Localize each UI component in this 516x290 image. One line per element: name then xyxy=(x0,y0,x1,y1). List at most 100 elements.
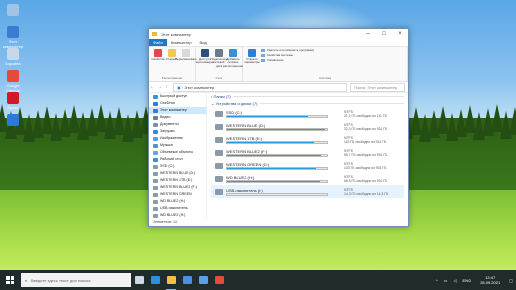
drive-usage-bar xyxy=(226,166,328,170)
nav-item[interactable]: Объемные объекты xyxy=(149,149,206,156)
folders-section-header[interactable]: › Папки (7) xyxy=(211,93,404,100)
drive-item[interactable]: WESTERN BLUE2 (F:) NTFS 55,7 ГБ свободно и… xyxy=(211,146,404,159)
tab-computer[interactable]: Компьютер xyxy=(167,39,196,46)
desktop-icon[interactable] xyxy=(2,4,24,17)
drive-usage-bar xyxy=(226,179,328,183)
nav-item[interactable]: Рабочий стол xyxy=(149,156,206,163)
nav-item[interactable]: Этот компьютер xyxy=(149,107,206,114)
properties-button[interactable]: Свойства xyxy=(151,48,165,76)
task-view-icon xyxy=(134,276,144,284)
nav-item[interactable]: SSD (C:) xyxy=(149,163,206,170)
nav-item-icon xyxy=(153,143,158,148)
nav-item[interactable]: OneDrive xyxy=(149,100,206,107)
volume-icon[interactable]: ◁ xyxy=(453,278,456,283)
hard-drive-icon xyxy=(215,136,223,143)
nav-item-label: WD BLUE2 (H:) xyxy=(160,213,186,217)
drive-item[interactable]: SSD (C:) NTFS 21,1 ГБ свободно из 111 ГБ xyxy=(211,107,404,120)
nav-item[interactable]: Загрузки xyxy=(149,128,206,135)
taskbar-app[interactable] xyxy=(179,270,195,290)
add-location-label: Добавить сетевое расположение xyxy=(222,57,244,68)
nav-item[interactable]: Изображения xyxy=(149,135,206,142)
nav-item-label: Загрузки xyxy=(160,129,175,133)
drive-item[interactable]: WD BLUE2 (H:) NTFS 68,5 ГБ свободно из 931… xyxy=(211,172,404,185)
drive-free-space: 103 ГБ свободно из 931 ГБ xyxy=(344,165,387,170)
nav-item-label: WD BLUE2 (H:) xyxy=(160,199,186,203)
up-arrow-icon[interactable]: ↑ xyxy=(163,84,170,90)
network-icon[interactable]: ▭ xyxy=(444,278,448,283)
tree-shape xyxy=(509,107,516,135)
taskbar-app[interactable] xyxy=(163,270,179,290)
open-settings-label: Открыть параметры xyxy=(244,57,260,65)
taskbar-search[interactable]: ⌕ Введите здесь текст для поиска xyxy=(21,273,131,287)
taskbar-app[interactable] xyxy=(211,270,227,290)
nav-item[interactable]: Быстрый доступ xyxy=(149,93,206,100)
desktop-icon[interactable]: Корзина xyxy=(2,48,24,66)
nav-item-label: USB-накопитель xyxy=(160,206,188,210)
close-button[interactable]: × xyxy=(392,29,408,39)
drive-item[interactable]: WESTERN 1TB (E:) NTFS 119 ГБ свободно из 9… xyxy=(211,133,404,146)
hard-drive-icon xyxy=(215,188,223,195)
manage-link[interactable]: Управление xyxy=(261,58,314,63)
ribbon-group-label: Система xyxy=(318,76,332,80)
drive-usage-fill xyxy=(227,180,320,182)
maximize-button[interactable]: □ xyxy=(376,29,392,39)
nav-item-icon xyxy=(153,108,158,113)
drive-item[interactable]: USB-накопитель (I:) NTFS 14,3 ГБ свободно … xyxy=(211,185,404,198)
system-commands: Удалить или изменить программу Свойства … xyxy=(259,48,314,76)
nav-item[interactable]: WESTERN GREEN xyxy=(149,191,206,198)
desktop-icon[interactable]: Этот компьютер xyxy=(2,26,24,49)
nav-item-icon xyxy=(153,157,158,162)
devices-section-header[interactable]: ⌄ Устройства и диски (7) xyxy=(211,100,404,107)
taskbar-app[interactable] xyxy=(147,270,163,290)
taskbar-app[interactable] xyxy=(131,270,147,290)
nav-item[interactable]: WESTERN 1TB (E:) xyxy=(149,177,206,184)
tab-file[interactable]: Файл xyxy=(149,39,167,46)
language-indicator[interactable]: ENG xyxy=(463,278,472,283)
nav-item[interactable]: WD BLUE2 (H:) xyxy=(149,198,206,205)
title-bar: Этот компьютер – □ × xyxy=(149,29,408,39)
nav-item-label: Этот компьютер xyxy=(160,108,187,112)
nav-item[interactable]: WD BLUE2 (H:) xyxy=(149,212,206,219)
edge-icon xyxy=(150,276,160,284)
nav-item[interactable]: WESTERN BLUE2 (F:) xyxy=(149,184,206,191)
desktop-icon[interactable]: Google Chrome xyxy=(2,70,24,93)
opera-icon xyxy=(7,92,19,104)
start-button[interactable] xyxy=(0,270,20,290)
drive-free-space: 21,1 ГБ свободно из 111 ГБ xyxy=(344,113,387,118)
open-settings-button[interactable]: Открыть параметры xyxy=(244,48,260,76)
media-icon xyxy=(201,49,209,57)
navigation-pane: Быстрый доступ OneDrive Этот компьютер Виде… xyxy=(149,91,207,219)
drive-usage-bar xyxy=(226,127,328,131)
nav-item[interactable]: Документы xyxy=(149,121,206,128)
nav-item-icon xyxy=(153,94,158,99)
hard-drive-icon xyxy=(215,110,223,117)
back-arrow-icon[interactable]: ← xyxy=(149,84,156,90)
nav-item-icon xyxy=(153,101,158,106)
open-button[interactable]: Открыть xyxy=(165,48,179,76)
nav-item-icon xyxy=(153,213,158,218)
desktop-icon[interactable] xyxy=(2,114,24,127)
chevron-up-icon[interactable]: ^ xyxy=(436,278,438,283)
clock-date: 28.09.2021 xyxy=(480,280,501,285)
tab-view[interactable]: Вид xyxy=(196,39,211,46)
rename-button[interactable]: Переименовать xyxy=(175,48,197,76)
add-location-button[interactable]: Добавить сетевое расположение xyxy=(222,48,244,76)
drive-item[interactable]: WESTERN GREEN (G:) NTFS 103 ГБ свободно из… xyxy=(211,159,404,172)
taskbar-app[interactable] xyxy=(195,270,211,290)
nav-item[interactable]: Видео xyxy=(149,114,206,121)
nav-item-label: WESTERN BLUE2 (F:) xyxy=(160,185,197,189)
forward-arrow-icon[interactable]: → xyxy=(156,84,163,90)
nav-item-icon xyxy=(153,185,158,190)
notifications-icon[interactable]: ▢ xyxy=(509,278,513,283)
nav-item-label: OneDrive xyxy=(160,101,176,105)
nav-item[interactable]: WESTERN BLUE (D:) xyxy=(149,170,206,177)
taskbar: ⌕ Введите здесь текст для поиска ^ ▭ ◁ E… xyxy=(0,270,516,290)
drive-usage-fill xyxy=(227,154,321,156)
minimize-button[interactable]: – xyxy=(360,29,376,39)
desktop-icon[interactable]: Opera xyxy=(2,92,24,110)
clock[interactable]: 13:47 28.09.2021 xyxy=(480,275,500,285)
drive-free-space: 22,3 ГБ свободно из 931 ГБ xyxy=(344,126,388,131)
drive-item[interactable]: WESTERN BLUE (D:) NTFS 22,3 ГБ свободно из… xyxy=(211,120,404,133)
nav-item[interactable]: USB-накопитель xyxy=(149,205,206,212)
nav-item[interactable]: Музыка xyxy=(149,142,206,149)
